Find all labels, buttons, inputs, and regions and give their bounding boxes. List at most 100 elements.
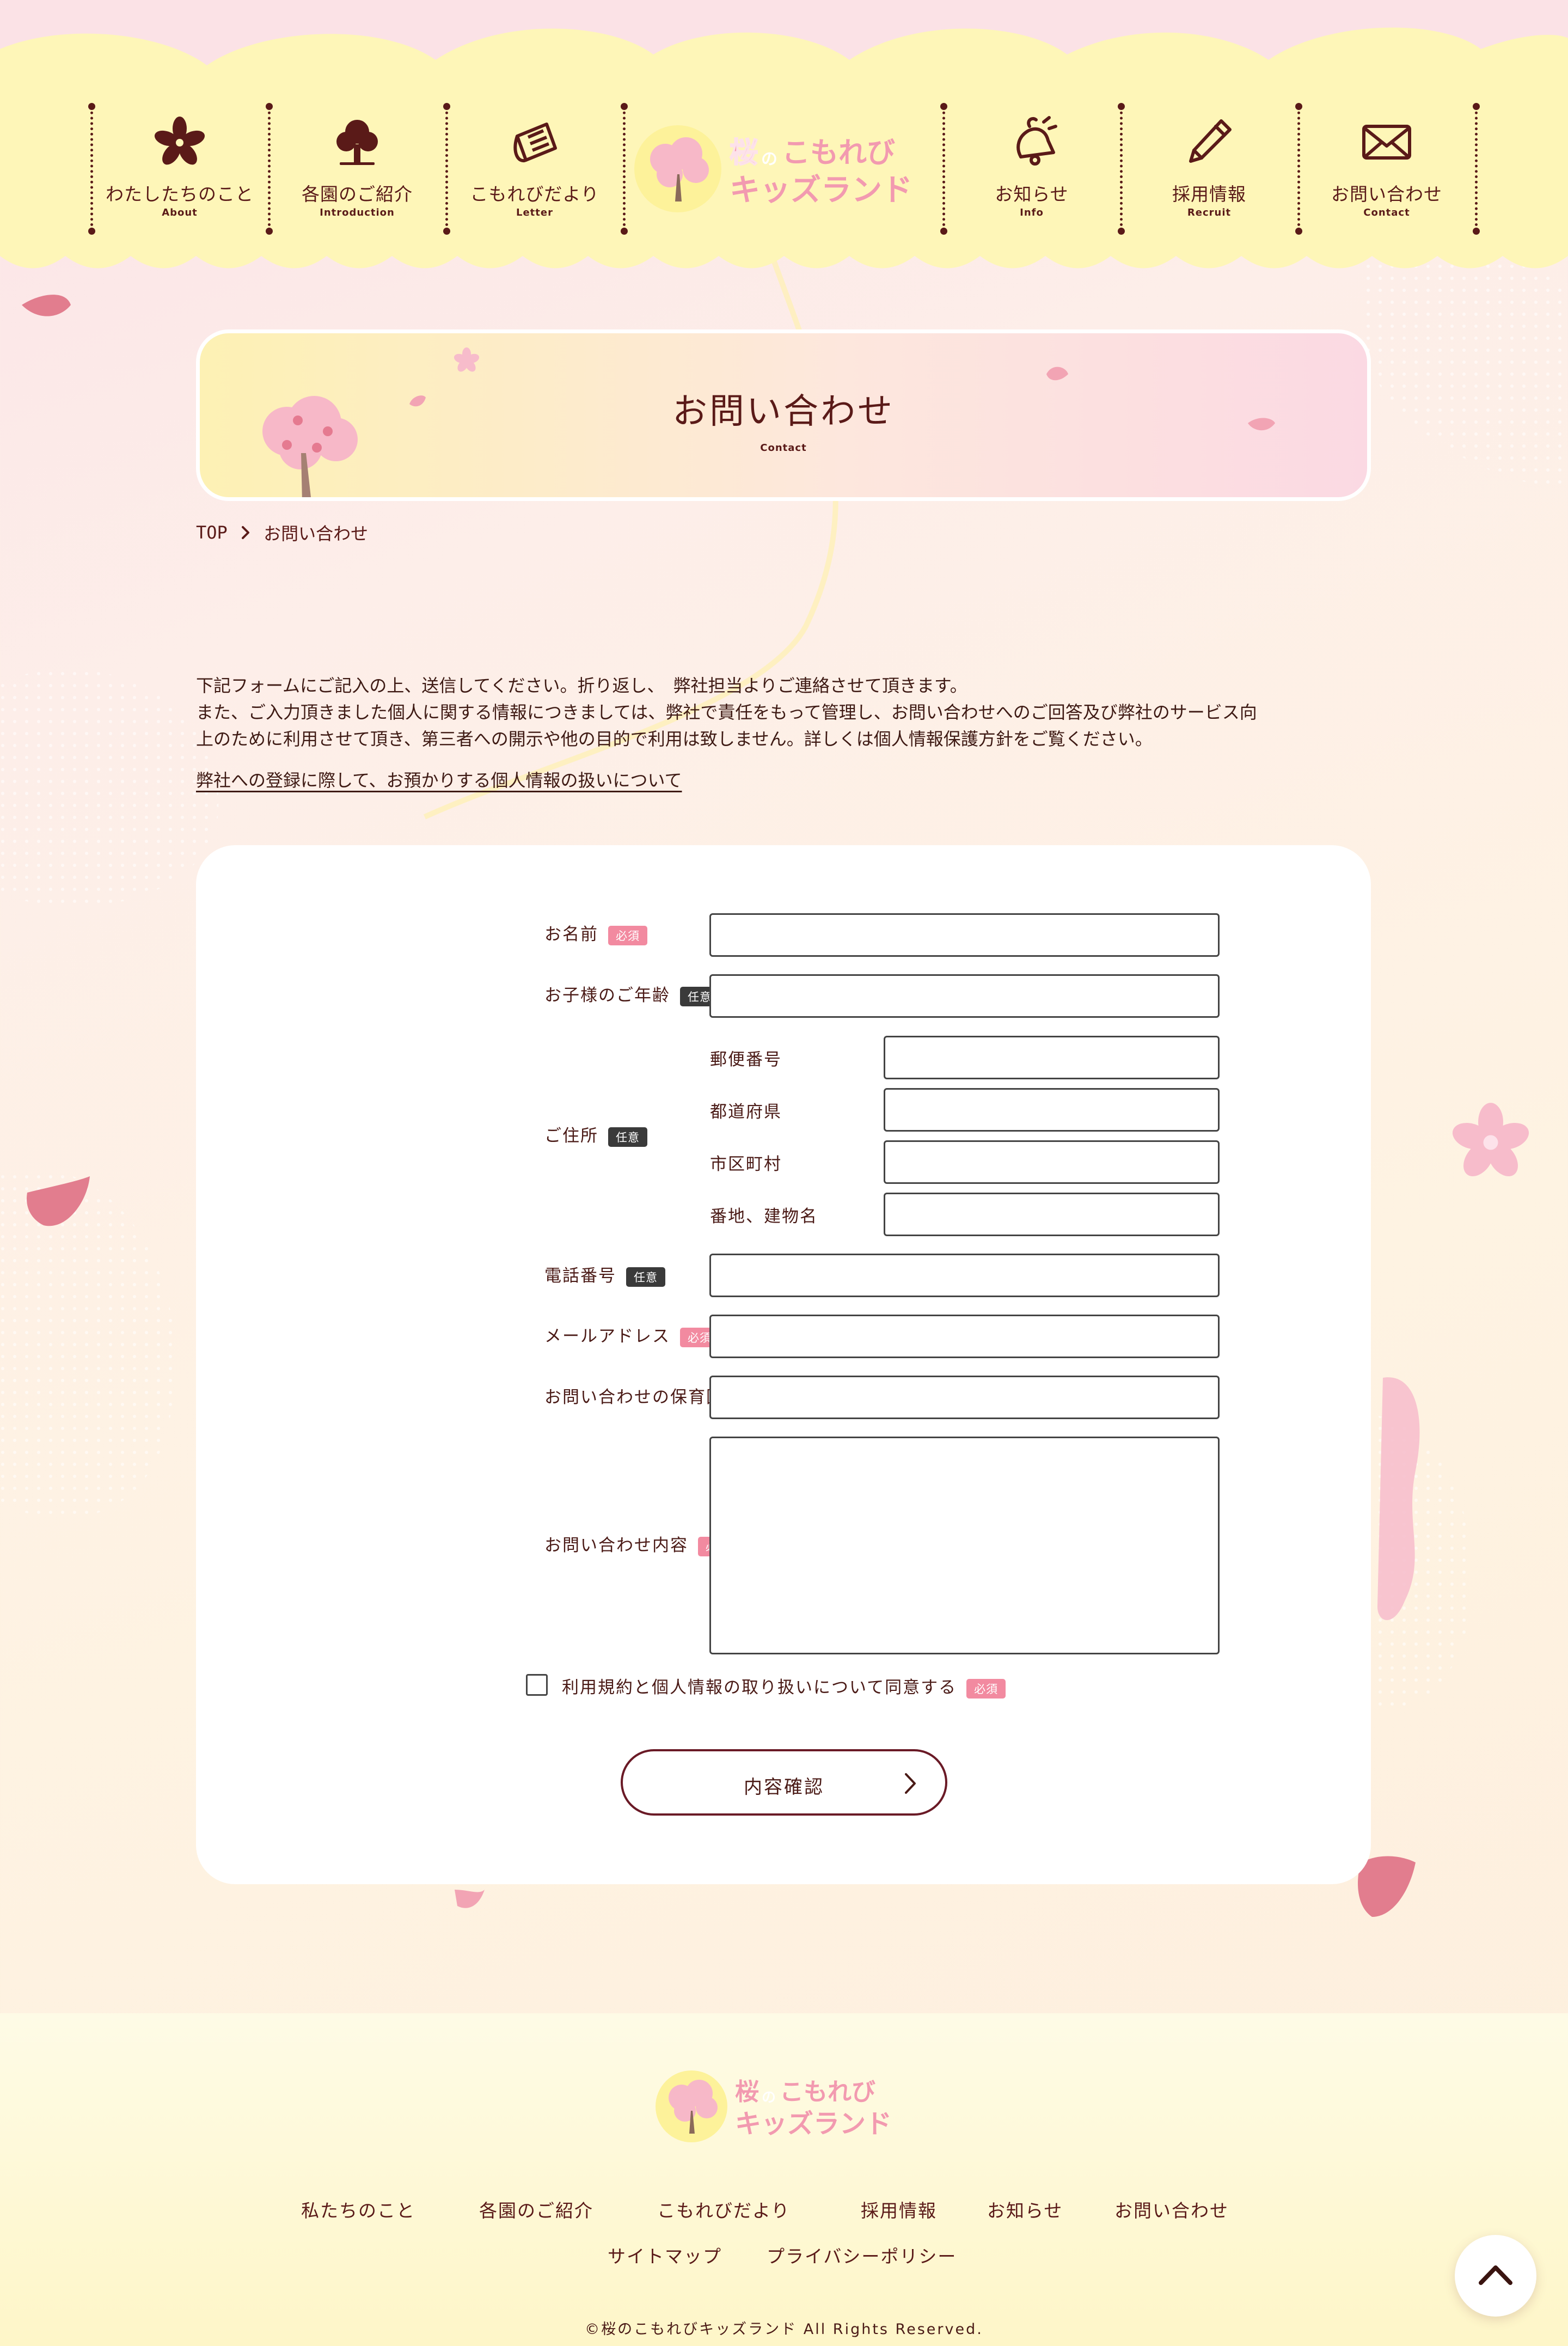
- footer-link-sitemap[interactable]: サイトマップ: [608, 2242, 722, 2268]
- email-label: メールアドレス 必須: [544, 1322, 719, 1347]
- field-label-text: 電話番号: [544, 1266, 616, 1286]
- nav-item-contact[interactable]: お問い合わせ Contact: [1300, 109, 1474, 229]
- nursery-input[interactable]: [709, 1376, 1220, 1419]
- nav-label-en: Contact: [1363, 207, 1410, 218]
- nav-label: お問い合わせ: [1331, 184, 1442, 205]
- nav-label: 各園のご紹介: [302, 184, 413, 205]
- nav-item-letter[interactable]: こもれびだより Letter: [448, 109, 622, 229]
- postal-code-input[interactable]: [884, 1036, 1220, 1079]
- footer-link-info[interactable]: お知らせ: [987, 2196, 1063, 2222]
- agree-label-text: 利用規約と個人情報の取り扱いについて同意する: [562, 1678, 957, 1697]
- nav-separator: [1473, 103, 1480, 235]
- footer-link-letter[interactable]: こもれびだより: [657, 2196, 790, 2222]
- nav-item-info[interactable]: お知らせ Info: [945, 109, 1119, 229]
- logo-text-no: の: [761, 150, 777, 169]
- field-label-text: お子様のご年齢: [544, 986, 670, 1005]
- prefecture-input[interactable]: [884, 1088, 1220, 1132]
- footer-link-recruit[interactable]: 採用情報: [861, 2196, 937, 2222]
- breadcrumb-home-link[interactable]: TOP: [196, 522, 228, 543]
- nav-label-en: Introduction: [320, 207, 395, 218]
- nav-label-en: Recruit: [1187, 207, 1232, 218]
- petal-decor: [1046, 366, 1068, 381]
- confirm-button[interactable]: 内容確認: [621, 1749, 947, 1816]
- logo-text-kidsland: キッズランド: [735, 2109, 892, 2139]
- confirm-button-label: 内容確認: [744, 1776, 824, 1798]
- city-label: 市区町村: [710, 1154, 782, 1174]
- copyright: ©桜のこもれびキッズランド All Rights Reserved.: [585, 2321, 983, 2338]
- nav-separator: [621, 103, 628, 235]
- petal-decor: [454, 347, 480, 372]
- nav-label: こもれびだより: [470, 184, 599, 205]
- street-input[interactable]: [884, 1193, 1220, 1236]
- message-textarea[interactable]: [709, 1437, 1220, 1654]
- optional-badge: 任意: [608, 1127, 647, 1147]
- intro-text: 下記フォームにご記入の上、送信してください。折り返し、 弊社担当よりご連絡させて…: [196, 673, 1372, 753]
- nav-label: お知らせ: [995, 184, 1069, 205]
- chevron-right-icon: [241, 526, 249, 539]
- required-badge: 必須: [608, 925, 647, 945]
- contact-form-card: お名前 必須 お子様のご年齢 任意 ご住所 任意 郵便番号 都道府県 市区町村 番地、…: [196, 845, 1371, 1884]
- optional-badge: 任意: [626, 1267, 665, 1287]
- site-logo[interactable]: 桜 の こもれび キッズランド: [632, 120, 936, 218]
- sakura-flower-icon: [154, 117, 205, 165]
- name-label: お名前 必須: [544, 920, 647, 945]
- page-title-en: Contact: [760, 442, 807, 454]
- field-label-text: ご住所: [544, 1126, 598, 1146]
- chevron-up-icon: [1479, 2265, 1512, 2285]
- phone-label: 電話番号 任意: [544, 1262, 665, 1287]
- street-label: 番地、建物名: [710, 1207, 818, 1226]
- field-label-text: お問い合わせ内容: [544, 1536, 688, 1555]
- nav-label: 採用情報: [1172, 184, 1246, 205]
- city-input[interactable]: [884, 1140, 1220, 1184]
- agree-checkbox[interactable]: [526, 1674, 548, 1696]
- message-label: お問い合わせ内容必須: [544, 1531, 737, 1556]
- email-input[interactable]: [709, 1315, 1220, 1358]
- nav-label-en: About: [162, 207, 198, 218]
- bell-icon: [1016, 116, 1057, 166]
- newspaper-icon: [513, 123, 557, 163]
- footer-link-about[interactable]: 私たちのこと: [301, 2196, 415, 2222]
- logo-text-sakura: 桜: [735, 2078, 759, 2106]
- logo-text-sakura: 桜: [730, 137, 758, 169]
- nav-label-en: Letter: [516, 207, 553, 218]
- privacy-policy-link[interactable]: 弊社への登録に際して、お預かりする個人情報の扱いについて: [196, 767, 682, 792]
- logo-text-no: の: [762, 2090, 776, 2106]
- intro-line: また、ご入力頂きました個人に関する情報につきましては、弊社で責任をもって管理し、…: [196, 702, 1257, 723]
- mail-icon: [1362, 125, 1411, 160]
- nav-label: わたしたちのこと: [106, 184, 254, 205]
- nav-item-recruit[interactable]: 採用情報 Recruit: [1122, 109, 1296, 229]
- nav-item-about[interactable]: わたしたちのこと About: [93, 109, 267, 229]
- intro-line: 下記フォームにご記入の上、送信してください。折り返し、 弊社担当よりご連絡させて…: [196, 675, 967, 696]
- intro-line: 上のために利用させて頂き、第三者への開示や他の目的で利用は致しません。詳しくは個…: [196, 729, 1153, 749]
- agree-label[interactable]: 利用規約と個人情報の取り扱いについて同意する 必須: [562, 1673, 1006, 1699]
- footer-link-introduction[interactable]: 各園のご紹介: [479, 2196, 593, 2222]
- required-badge: 必須: [966, 1678, 1006, 1699]
- page-title: お問い合わせ: [672, 392, 895, 432]
- footer: [0, 2013, 1568, 2346]
- page-title-banner: お問い合わせ Contact: [196, 329, 1371, 501]
- name-input[interactable]: [709, 913, 1220, 957]
- footer-link-privacy-policy[interactable]: プライバシーポリシー: [767, 2242, 957, 2268]
- breadcrumb-current: お問い合わせ: [264, 523, 369, 544]
- child-age-label: お子様のご年齢 任意: [544, 981, 719, 1006]
- postal-code-label: 郵便番号: [710, 1050, 782, 1070]
- nav-item-introduction[interactable]: 各園のご紹介 Introduction: [270, 109, 444, 229]
- logo-text-komorebi: こもれび: [780, 2078, 875, 2106]
- page-top-button[interactable]: [1455, 2235, 1568, 2317]
- tree-icon: [336, 120, 378, 165]
- address-label: ご住所 任意: [544, 1122, 647, 1147]
- logo-text-kidsland: キッズランド: [730, 173, 912, 208]
- logo-text-komorebi: こもれび: [782, 137, 895, 169]
- phone-input[interactable]: [709, 1254, 1220, 1297]
- footer-link-contact[interactable]: お問い合わせ: [1114, 2196, 1229, 2222]
- footer-logo[interactable]: 桜 の こもれび キッズランド: [653, 2064, 915, 2146]
- child-age-input[interactable]: [709, 974, 1220, 1018]
- nav-label-en: Info: [1020, 207, 1044, 218]
- prefecture-label: 都道府県: [710, 1102, 782, 1122]
- chevron-right-icon: [905, 1773, 916, 1794]
- field-label-text: お名前: [544, 925, 598, 944]
- pen-icon: [1189, 119, 1232, 163]
- field-label-text: メールアドレス: [544, 1327, 670, 1346]
- field-label-text: お問い合わせの保育園: [544, 1388, 724, 1407]
- breadcrumb: TOP お問い合わせ: [196, 520, 368, 545]
